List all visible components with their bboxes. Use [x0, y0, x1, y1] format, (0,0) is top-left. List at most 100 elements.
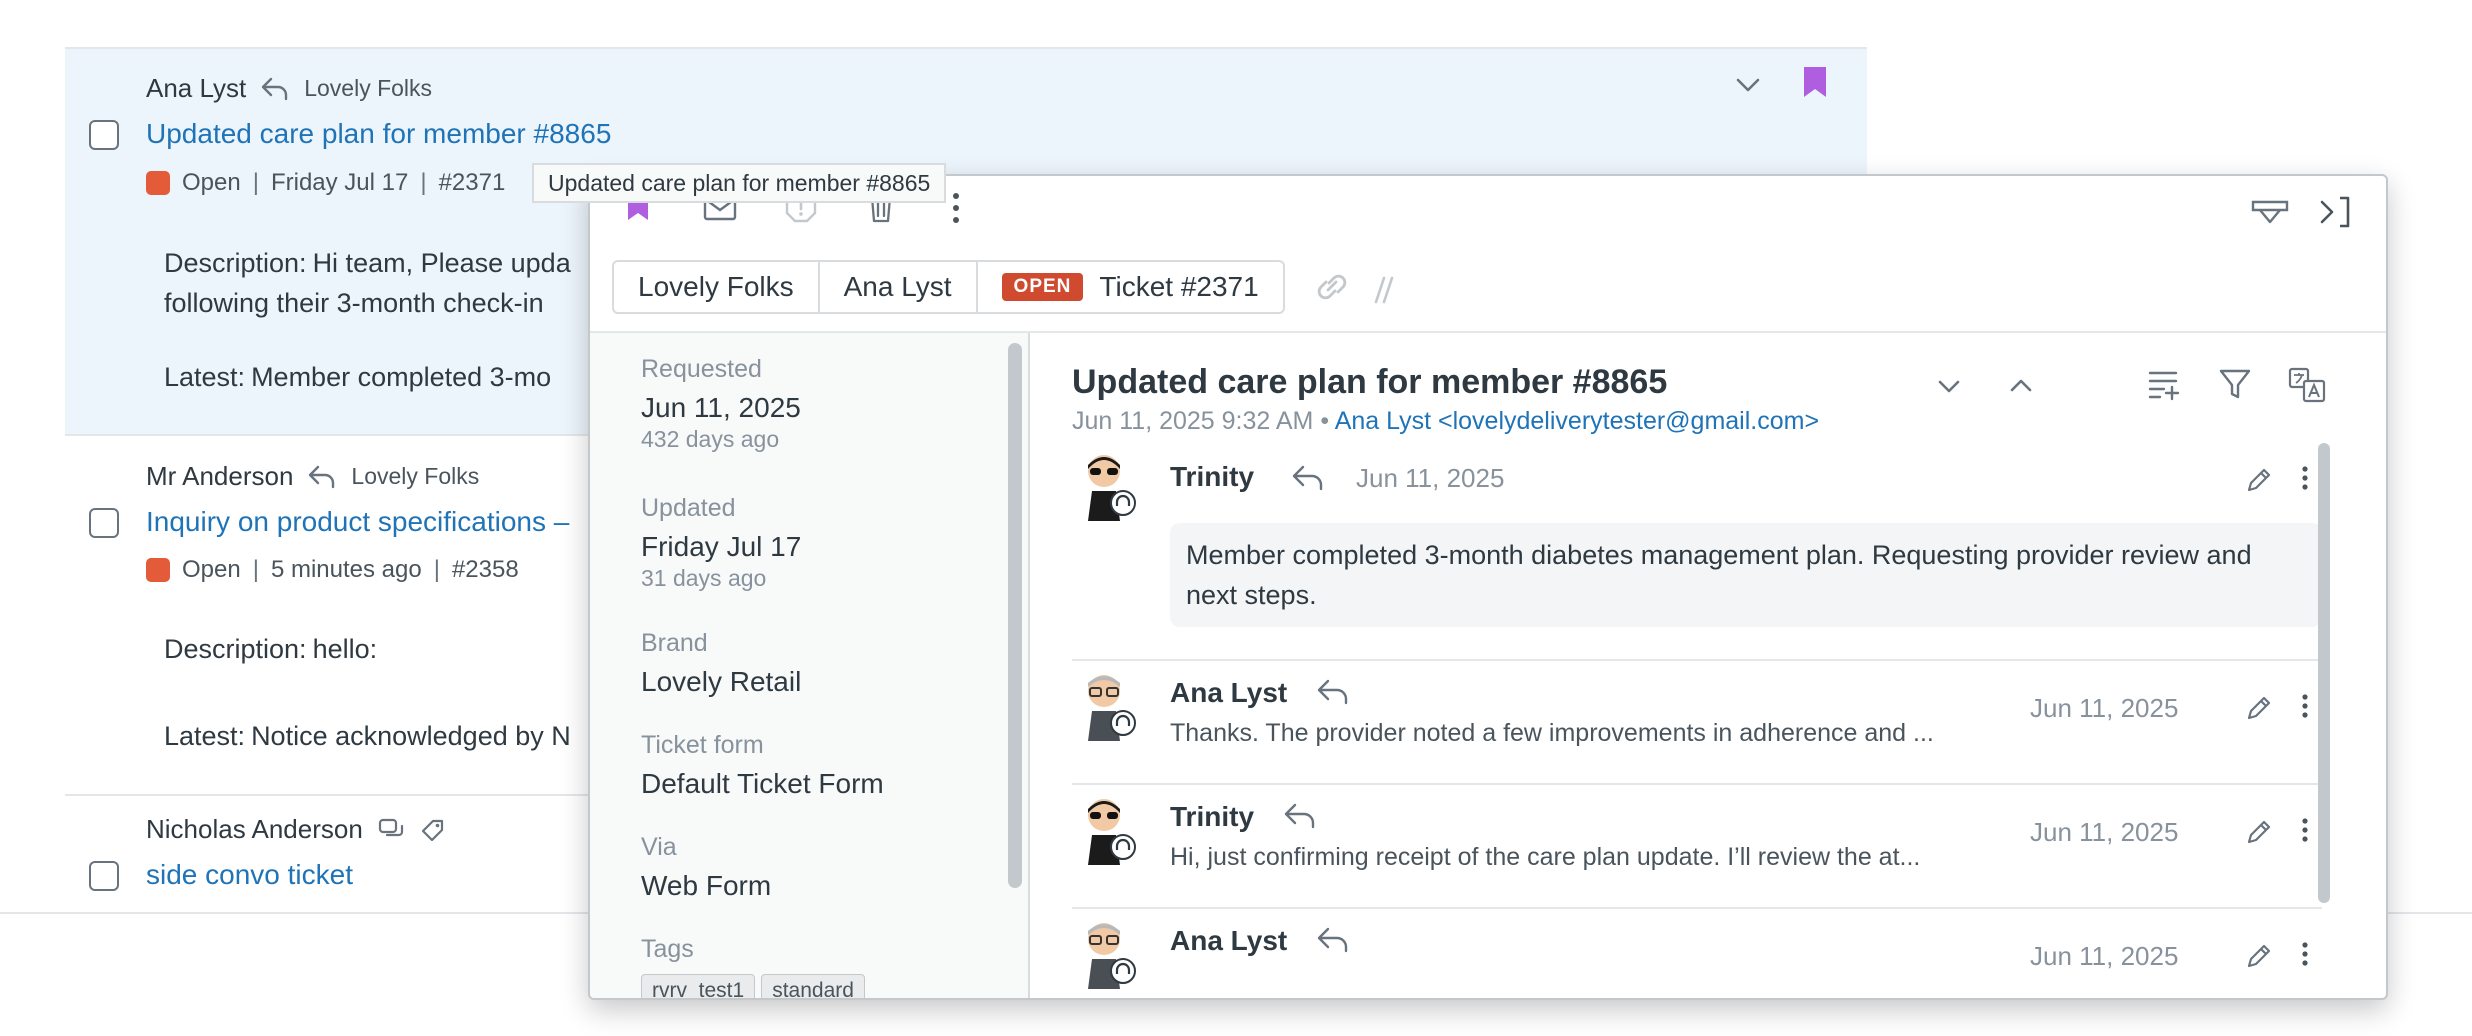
conversation-meta: Jun 11, 2025 9:32 AM • Ana Lyst <lovelyd…: [1072, 407, 1820, 435]
status-indicator: [146, 558, 170, 582]
avatar: [1078, 919, 1138, 989]
message-date: Jun 11, 2025: [2030, 817, 2179, 847]
print-icon[interactable]: [2250, 196, 2289, 232]
status-label: Open: [182, 169, 241, 196]
description-label: Description:: [164, 248, 307, 278]
message-author[interactable]: Ana Lyst: [1170, 925, 1287, 957]
reply-icon[interactable]: [1282, 801, 1318, 831]
ticket-id: #2358: [451, 556, 519, 583]
requester-name[interactable]: Ana Lyst: [146, 73, 246, 104]
latest-label: Latest:: [164, 721, 246, 751]
conversation-message[interactable]: Trinity Hi, just confirming receipt of th…: [1072, 785, 2322, 905]
ticket-date: 5 minutes ago: [270, 556, 422, 583]
prop-ticket-form: Ticket form Default Ticket Form: [641, 731, 884, 799]
ticket-meta: Open | Friday Jul 17 | #2371: [146, 169, 505, 197]
latest-text: Member completed 3-mo: [251, 362, 552, 392]
subject-tooltip: Updated care plan for member #8865: [532, 163, 947, 203]
tag-icon: [419, 817, 447, 843]
filter-icon[interactable]: [2218, 367, 2258, 407]
avatar: [1078, 451, 1138, 521]
conversation-pane: Updated care plan for member #8865 Jun 1…: [1032, 333, 2386, 998]
edit-icon[interactable]: [2244, 693, 2276, 725]
requester-name[interactable]: Mr Anderson: [146, 461, 293, 492]
description-label: Description:: [164, 634, 307, 664]
message-body: Member completed 3-month diabetes manage…: [1170, 523, 2322, 627]
requester-line: Nicholas Anderson: [146, 814, 447, 845]
prop-brand: Brand Lovely Retail: [641, 629, 802, 697]
avatar: [1078, 671, 1138, 741]
ticket-latest: Latest: Notice acknowledged by N: [164, 716, 571, 756]
ticket-id: #2371: [438, 169, 506, 196]
reply-icon: [260, 76, 290, 102]
avatar: [1078, 795, 1138, 865]
brand-name: Lovely Folks: [304, 75, 433, 101]
row-checkbox[interactable]: [89, 861, 119, 891]
chevron-down-icon[interactable]: [1733, 75, 1763, 100]
requester-name[interactable]: Nicholas Anderson: [146, 814, 363, 845]
message-author[interactable]: Trinity: [1170, 461, 1254, 493]
description-text: hello:: [312, 634, 378, 664]
brand-name: Lovely Folks: [351, 463, 480, 489]
requester-line: Ana Lyst Lovely Folks: [146, 73, 432, 104]
link-icon[interactable]: [1312, 268, 1352, 311]
conversation-title: Updated care plan for member #8865: [1072, 363, 1668, 401]
requester-email-link[interactable]: Ana Lyst <lovelydeliverytester@gmail.com…: [1335, 407, 1819, 435]
requester-line: Mr Anderson Lovely Folks: [146, 461, 479, 492]
message-snippet: Hi, just confirming receipt of the care …: [1170, 843, 1921, 871]
ticket-properties: Requested Jun 11, 2025 432 days ago Upda…: [590, 333, 1030, 998]
message-snippet: Thanks. The provider noted a few improve…: [1170, 719, 1934, 747]
row-checkbox[interactable]: [89, 120, 119, 150]
split-icon[interactable]: [1372, 272, 1396, 311]
reply-icon[interactable]: [1290, 463, 1326, 493]
row-checkbox[interactable]: [89, 508, 119, 538]
breadcrumb-requester[interactable]: Ana Lyst: [820, 262, 978, 312]
conversation-message[interactable]: Ana Lyst Jun 11, 2025: [1072, 909, 2322, 998]
ticket-subject-link[interactable]: Updated care plan for member #8865: [146, 118, 611, 150]
reply-icon[interactable]: [1315, 677, 1351, 707]
ticket-date: Friday Jul 17: [270, 169, 409, 196]
message-author[interactable]: Trinity: [1170, 801, 1254, 833]
ticket-number: Ticket #2371: [1099, 271, 1259, 302]
latest-label: Latest:: [164, 362, 246, 392]
breadcrumb-ticket[interactable]: OPEN Ticket #2371: [978, 262, 1283, 312]
ticket-subject-link[interactable]: side convo ticket: [146, 859, 353, 891]
message-date: Jun 11, 2025: [2030, 693, 2179, 723]
tag-chip[interactable]: standard: [761, 974, 865, 998]
tag-chip[interactable]: rvrv_test1: [641, 974, 756, 998]
reply-icon[interactable]: [1315, 925, 1351, 955]
prop-updated: Updated Friday Jul 17 31 days ago: [641, 494, 802, 591]
chevron-up-icon[interactable]: [2006, 371, 2046, 411]
status-indicator: [146, 171, 170, 195]
bookmark-icon[interactable]: [1802, 65, 1828, 104]
conversation-message: Trinity Jun 11, 2025 Member completed 3-…: [1072, 443, 2322, 643]
translate-icon[interactable]: [2288, 367, 2328, 407]
latest-text: Notice acknowledged by N: [251, 721, 571, 751]
ticket-description: Description: hello:: [164, 629, 377, 669]
add-list-icon[interactable]: [2146, 367, 2186, 407]
breadcrumb: Lovely Folks Ana Lyst OPEN Ticket #2371: [612, 260, 1285, 314]
conversation-message[interactable]: Ana Lyst Thanks. The provider noted a few…: [1072, 661, 2322, 781]
prop-via: Via Web Form: [641, 833, 772, 901]
message-author[interactable]: Ana Lyst: [1170, 677, 1287, 709]
ticket-latest: Latest: Member completed 3-mo: [164, 357, 551, 397]
collapse-panel-icon[interactable]: [2318, 194, 2354, 230]
edit-icon[interactable]: [2244, 941, 2276, 973]
more-icon[interactable]: [2300, 939, 2332, 971]
ticket-subject-link[interactable]: Inquiry on product specifications –: [146, 506, 569, 538]
message-date: Jun 11, 2025: [1356, 463, 1505, 493]
ticket-description: Description: Hi team, Please upda followi…: [164, 243, 571, 323]
scrollbar[interactable]: [2318, 443, 2330, 903]
chevron-down-icon[interactable]: [1934, 371, 1974, 411]
message-date: Jun 11, 2025: [2030, 941, 2179, 971]
breadcrumb-brand[interactable]: Lovely Folks: [614, 262, 820, 312]
scrollbar[interactable]: [1008, 343, 1022, 888]
description-text: Hi team, Please upda: [312, 248, 571, 278]
edit-icon[interactable]: [2244, 817, 2276, 849]
side-convo-icon: [377, 817, 405, 843]
edit-icon[interactable]: [2244, 465, 2276, 497]
prop-tags: Tags rvrv_test1 standard: [641, 935, 871, 998]
status-label: Open: [182, 556, 241, 583]
reply-icon: [307, 464, 337, 490]
more-icon[interactable]: [950, 190, 986, 226]
ticket-preview-panel: Lovely Folks Ana Lyst OPEN Ticket #2371 …: [588, 174, 2388, 1000]
